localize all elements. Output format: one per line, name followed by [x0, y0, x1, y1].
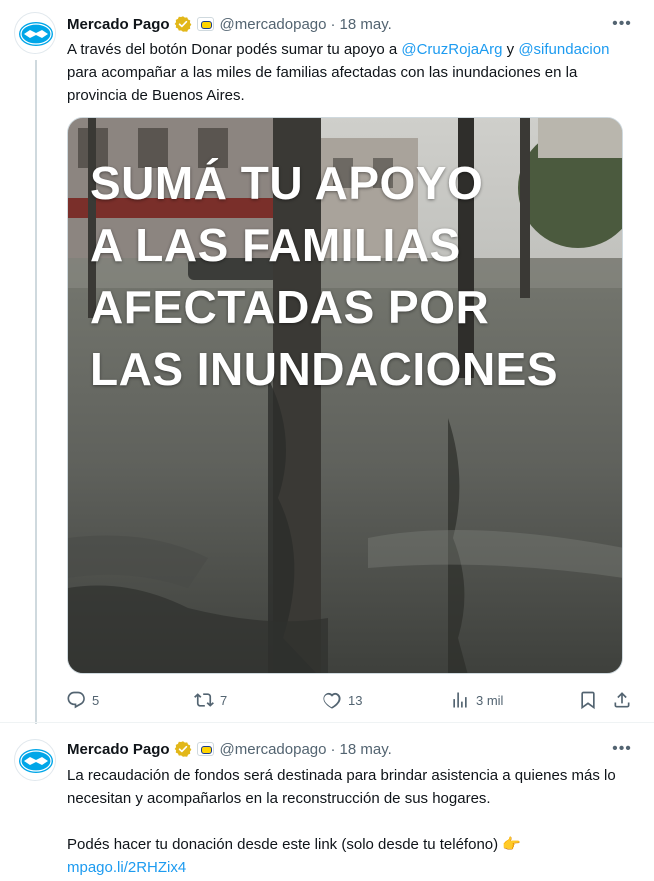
separator: · — [330, 740, 336, 758]
overlay-line: AFECTADAS POR — [90, 281, 490, 333]
affiliate-badge-icon — [196, 742, 214, 756]
tweet-image[interactable]: SUMÁ TU APOYO A LAS FAMILIAS AFECTADAS P… — [67, 117, 623, 674]
tweet-text-part: Podés hacer tu donación desde este link … — [67, 836, 503, 853]
tweet-header: Mercado Pago @mercadopago · 18 may. — [67, 738, 634, 760]
tweet-date[interactable]: 18 may. — [340, 741, 392, 758]
reply-count: 5 — [92, 692, 100, 708]
share-button[interactable] — [612, 686, 632, 714]
tweet-text: A través del botón Donar podés sumar tu … — [67, 38, 634, 107]
tweet-header: Mercado Pago @mercadopago · 18 may. — [67, 13, 634, 35]
image-overlay-text: SUMÁ TU APOYO A LAS FAMILIAS AFECTADAS P… — [90, 152, 610, 400]
heart-icon — [323, 692, 341, 709]
views-button[interactable]: 3 mil — [450, 686, 503, 714]
like-button[interactable]: 13 — [322, 686, 362, 714]
pointing-hand-emoji: 👉 — [502, 836, 521, 853]
paragraph-break — [67, 810, 634, 833]
overlay-line: LAS INUNDACIONES — [90, 343, 559, 395]
mercado-pago-logo-icon — [16, 741, 55, 780]
retweet-icon — [194, 693, 214, 707]
tweet-text-part: A través del botón Donar podés sumar tu … — [67, 41, 402, 58]
tweet[interactable]: Mercado Pago @mercadopago · 18 may. ••• … — [0, 722, 654, 881]
tweet-date[interactable]: 18 may. — [340, 16, 392, 33]
bookmark-icon — [581, 691, 595, 710]
thread-connector — [35, 60, 37, 724]
avatar[interactable] — [14, 12, 56, 54]
tweet-text-part: La recaudación de fondos será destinada … — [67, 767, 616, 807]
verified-badge-icon — [174, 741, 191, 757]
retweet-button[interactable]: 7 — [194, 686, 227, 714]
tweet-link[interactable]: mpago.li/2RHZix4 — [67, 859, 186, 876]
mention-link[interactable]: @sifundacion — [518, 41, 609, 58]
mention-link[interactable]: @CruzRojaArg — [401, 41, 502, 58]
reply-icon — [67, 691, 85, 709]
reply-button[interactable]: 5 — [66, 686, 99, 714]
overlay-line: SUMÁ TU APOYO — [90, 157, 484, 209]
share-icon — [614, 692, 630, 708]
retweet-count: 7 — [220, 692, 228, 708]
separator: · — [330, 15, 336, 33]
bookmark-button[interactable] — [578, 686, 598, 714]
avatar[interactable] — [14, 739, 56, 781]
tweet-text-part: para acompañar a las miles de familias a… — [67, 64, 578, 104]
like-count: 13 — [348, 692, 363, 708]
more-options-icon[interactable]: ••• — [612, 14, 632, 34]
mercado-pago-logo-icon — [16, 14, 55, 53]
affiliate-badge-icon — [196, 17, 214, 31]
more-options-icon[interactable]: ••• — [612, 739, 632, 759]
author-handle[interactable]: @mercadopago — [220, 741, 327, 758]
author-name[interactable]: Mercado Pago — [67, 16, 170, 33]
overlay-line: A LAS FAMILIAS — [90, 219, 461, 271]
views-icon — [453, 692, 467, 708]
author-handle[interactable]: @mercadopago — [220, 16, 327, 33]
verified-badge-icon — [174, 16, 191, 32]
tweet-text: La recaudación de fondos será destinada … — [67, 764, 634, 879]
tweet-actions: 5 7 13 3 mil — [60, 686, 644, 714]
tweet[interactable]: Mercado Pago @mercadopago · 18 may. ••• … — [0, 0, 654, 724]
author-name[interactable]: Mercado Pago — [67, 741, 170, 758]
tweet-text-part: y — [502, 41, 519, 58]
views-count: 3 mil — [476, 692, 504, 708]
